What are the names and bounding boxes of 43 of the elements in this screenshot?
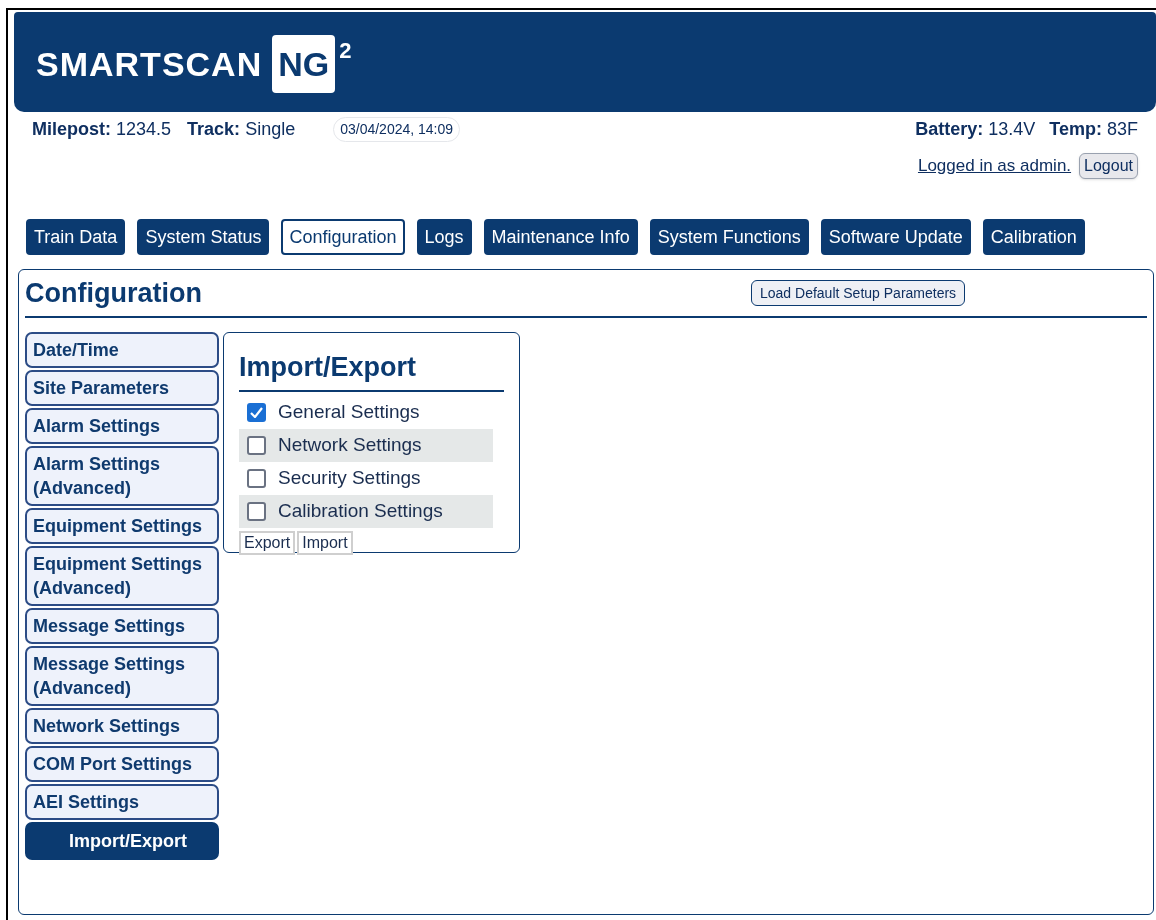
sidebar-item[interactable]: Equipment Settings (Advanced)	[25, 546, 219, 606]
checkbox[interactable]	[247, 435, 266, 455]
sidebar-item[interactable]: Message Settings (Advanced)	[25, 646, 219, 706]
sidebar-item[interactable]: Import/Export	[25, 822, 219, 860]
nav-tab[interactable]: Logs	[416, 219, 472, 255]
logout-button[interactable]: Logout	[1079, 153, 1138, 179]
action-button[interactable]: Export	[239, 530, 296, 555]
info-field: Milepost: 1234.5	[32, 116, 172, 143]
reading-field: Battery: 13.4V	[915, 116, 1036, 143]
sidebar-item[interactable]: Site Parameters	[25, 370, 219, 406]
action-button[interactable]: Import	[297, 530, 353, 555]
sidebar-item[interactable]: COM Port Settings	[25, 746, 219, 782]
nav-tab[interactable]: System Status	[137, 219, 270, 255]
checkbox[interactable]	[247, 468, 266, 488]
logo-superscript: 2	[339, 37, 352, 65]
nav-tab[interactable]: Maintenance Info	[483, 219, 638, 255]
sidebar-item[interactable]: Date/Time	[25, 332, 219, 368]
checkbox[interactable]	[247, 402, 266, 422]
settings-checkbox-row[interactable]: Security Settings	[239, 461, 493, 495]
settings-checkbox-row[interactable]: Network Settings	[239, 428, 493, 462]
settings-checkbox-row[interactable]: General Settings	[239, 395, 493, 429]
nav-tab[interactable]: Configuration	[281, 219, 405, 255]
logo-wordmark: SMARTSCAN	[36, 43, 263, 85]
checkbox[interactable]	[247, 501, 266, 521]
info-field: Track: Single	[187, 116, 296, 143]
sidebar-item[interactable]: Network Settings	[25, 708, 219, 744]
sidebar-item[interactable]: Alarm Settings (Advanced)	[25, 446, 219, 506]
sidebar-item[interactable]: Message Settings	[25, 608, 219, 644]
panel-title: Configuration	[25, 276, 203, 310]
load-defaults-button[interactable]: Load Default Setup Parameters	[751, 280, 966, 306]
settings-checkbox-row[interactable]: Calibration Settings	[239, 494, 493, 528]
card-title: Import/Export	[239, 347, 504, 392]
nav-tab[interactable]: Software Update	[820, 219, 971, 255]
nav-tab[interactable]: Calibration	[982, 219, 1085, 255]
checkmark-icon	[250, 406, 263, 418]
nav-tab[interactable]: System Functions	[649, 219, 809, 255]
sidebar-item[interactable]: AEI Settings	[25, 784, 219, 820]
sidebar-item[interactable]: Alarm Settings	[25, 408, 219, 444]
logged-in-link[interactable]: Logged in as admin.	[917, 153, 1072, 179]
reading-field: Temp: 83F	[1049, 116, 1138, 143]
nav-tab[interactable]: Train Data	[26, 219, 126, 255]
sidebar-item[interactable]: Equipment Settings	[25, 508, 219, 544]
logo-badge: NG	[272, 35, 336, 93]
